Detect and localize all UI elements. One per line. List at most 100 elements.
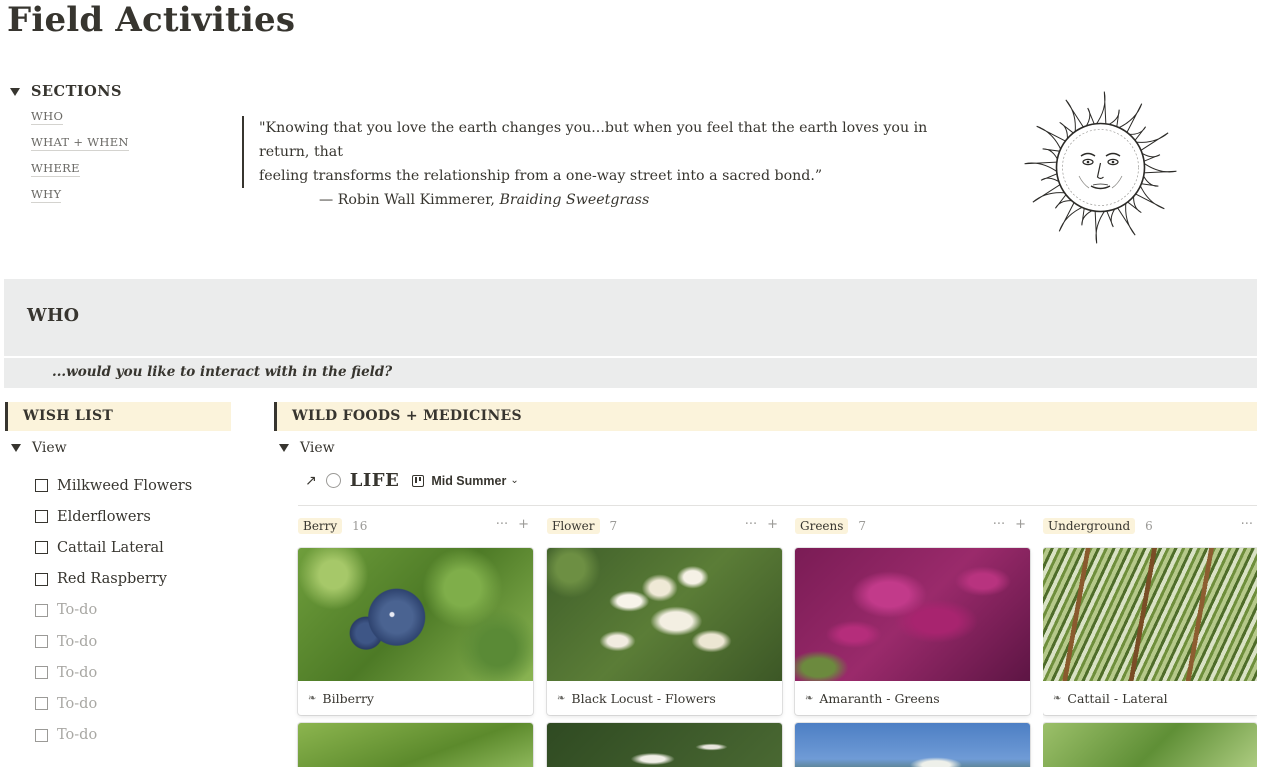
board-column-flower: Flower 7 ··· + ❧ Black Locust - Flowers [547, 515, 782, 767]
add-card-icon[interactable]: + [1015, 517, 1026, 532]
who-banner: WHO [4, 279, 1257, 356]
card-title-text: Amaranth - Greens [819, 690, 940, 706]
board-column-berry: Berry 16 ··· + ❧ Bilberry [298, 515, 533, 767]
toggle-triangle-icon[interactable] [279, 444, 289, 452]
todo-item[interactable]: Milkweed Flowers [35, 470, 192, 501]
column-count: 6 [1145, 519, 1153, 533]
wish-list-view-toggle[interactable]: View [11, 440, 67, 456]
section-link-what-when[interactable]: WHAT + WHEN [31, 134, 129, 151]
more-options-icon[interactable]: ··· [1241, 517, 1253, 532]
checkbox[interactable] [35, 635, 48, 649]
sections-links: WHO WHAT + WHEN WHERE WHY [31, 108, 129, 203]
board-card[interactable]: ❧ Cattail - Lateral [1043, 548, 1257, 715]
todo-text[interactable]: Red Raspberry [57, 571, 167, 587]
card-image-blueberry [298, 548, 533, 681]
sun-ray [1094, 208, 1107, 244]
board-card[interactable]: ❧ Bilberry [298, 548, 533, 715]
todo-item[interactable]: Cattail Lateral [35, 532, 192, 563]
board-card[interactable] [547, 723, 782, 767]
todo-placeholder-text[interactable]: To-do [57, 634, 97, 650]
todo-item-placeholder[interactable]: To-do [35, 720, 192, 751]
checkbox[interactable] [35, 728, 48, 742]
column-tag[interactable]: Flower [547, 518, 600, 534]
section-link-who[interactable]: WHO [31, 108, 64, 125]
wish-list-heading: WISH LIST [23, 408, 114, 424]
todo-text[interactable]: Milkweed Flowers [57, 478, 192, 494]
card-title[interactable]: ❧ Cattail - Lateral [1043, 681, 1257, 715]
card-title[interactable]: ❧ Amaranth - Greens [795, 681, 1030, 715]
chevron-down-icon[interactable]: ⌄ [510, 475, 518, 486]
todo-item-placeholder[interactable]: To-do [35, 688, 192, 719]
sun-face-illustration-icon [1024, 91, 1177, 244]
sections-heading: SECTIONS [31, 83, 122, 100]
add-card-icon[interactable]: + [518, 517, 529, 532]
todo-item-placeholder[interactable]: To-do [35, 595, 192, 626]
wild-foods-heading: WILD FOODS + MEDICINES [292, 408, 522, 424]
checkbox[interactable] [35, 510, 48, 524]
column-count: 16 [352, 519, 368, 533]
wild-foods-heading-block: WILD FOODS + MEDICINES [274, 402, 1257, 431]
sun-ray [1094, 91, 1107, 127]
toggle-triangle-icon[interactable] [11, 444, 21, 452]
sun-ray [1141, 161, 1177, 174]
open-link-arrow-icon[interactable]: ↗ [305, 473, 317, 489]
todo-placeholder-text[interactable]: To-do [57, 727, 97, 743]
card-title-text: Black Locust - Flowers [571, 690, 716, 706]
column-count: 7 [609, 519, 618, 533]
card-image-white-flowers [547, 548, 782, 681]
section-link-why[interactable]: WHY [31, 186, 62, 203]
page-icon: ❧ [1053, 692, 1062, 704]
board-card[interactable] [1043, 723, 1257, 767]
more-options-icon[interactable]: ··· [745, 517, 757, 532]
section-link-where[interactable]: WHERE [31, 160, 80, 177]
column-header: Greens 7 ··· + [795, 515, 1030, 537]
todo-item-placeholder[interactable]: To-do [35, 626, 192, 657]
todo-text[interactable]: Cattail Lateral [57, 540, 164, 556]
who-subtitle: ...would you like to interact with in th… [52, 364, 393, 380]
checkbox[interactable] [35, 479, 48, 493]
todo-placeholder-text[interactable]: To-do [57, 696, 97, 712]
card-title-text: Cattail - Lateral [1067, 690, 1168, 706]
checkbox[interactable] [35, 697, 48, 711]
todo-item[interactable]: Red Raspberry [35, 564, 192, 595]
who-heading: WHO [27, 306, 80, 326]
column-count: 7 [858, 519, 867, 533]
todo-text[interactable]: Elderflowers [57, 509, 151, 525]
page-icon: ❧ [805, 692, 814, 704]
board-toolbar: ↗ LIFE Mid Summer ⌄ [305, 470, 519, 491]
add-card-icon[interactable]: + [767, 517, 778, 532]
checkbox[interactable] [35, 572, 48, 586]
quote-line-2: feeling transforms the relationship from… [259, 168, 823, 184]
more-options-icon[interactable]: ··· [496, 517, 508, 532]
more-options-icon[interactable]: ··· [993, 517, 1005, 532]
database-circle-icon [325, 473, 341, 488]
column-header: Underground 6 ··· [1043, 515, 1257, 537]
card-title[interactable]: ❧ Black Locust - Flowers [547, 681, 782, 715]
todo-placeholder-text[interactable]: To-do [57, 602, 97, 618]
sections-toggle-header[interactable]: SECTIONS [10, 83, 129, 100]
card-image [298, 723, 533, 767]
page-icon: ❧ [557, 692, 566, 704]
column-tag[interactable]: Berry [298, 518, 343, 534]
column-tag[interactable]: Greens [795, 518, 849, 534]
card-image [795, 723, 1030, 767]
card-title[interactable]: ❧ Bilberry [298, 681, 533, 715]
todo-item[interactable]: Elderflowers [35, 501, 192, 532]
board-card[interactable]: ❧ Amaranth - Greens [795, 548, 1030, 715]
toggle-triangle-icon[interactable] [10, 87, 20, 96]
board-divider [298, 505, 1257, 506]
checkbox[interactable] [35, 541, 48, 555]
todo-placeholder-text[interactable]: To-do [57, 665, 97, 681]
todo-item-placeholder[interactable]: To-do [35, 657, 192, 688]
board-card[interactable]: ❧ Black Locust - Flowers [547, 548, 782, 715]
card-image-cattail [1043, 548, 1257, 681]
checkbox[interactable] [35, 603, 48, 617]
view-selector[interactable]: Mid Summer [431, 474, 506, 488]
quote-book: Braiding Sweetgrass [499, 192, 650, 208]
board-card[interactable] [298, 723, 533, 767]
checkbox[interactable] [35, 666, 48, 680]
column-tag[interactable]: Underground [1043, 518, 1136, 534]
board-card[interactable] [795, 723, 1030, 767]
database-title[interactable]: LIFE [350, 470, 400, 491]
wild-foods-view-toggle[interactable]: View [279, 440, 335, 456]
